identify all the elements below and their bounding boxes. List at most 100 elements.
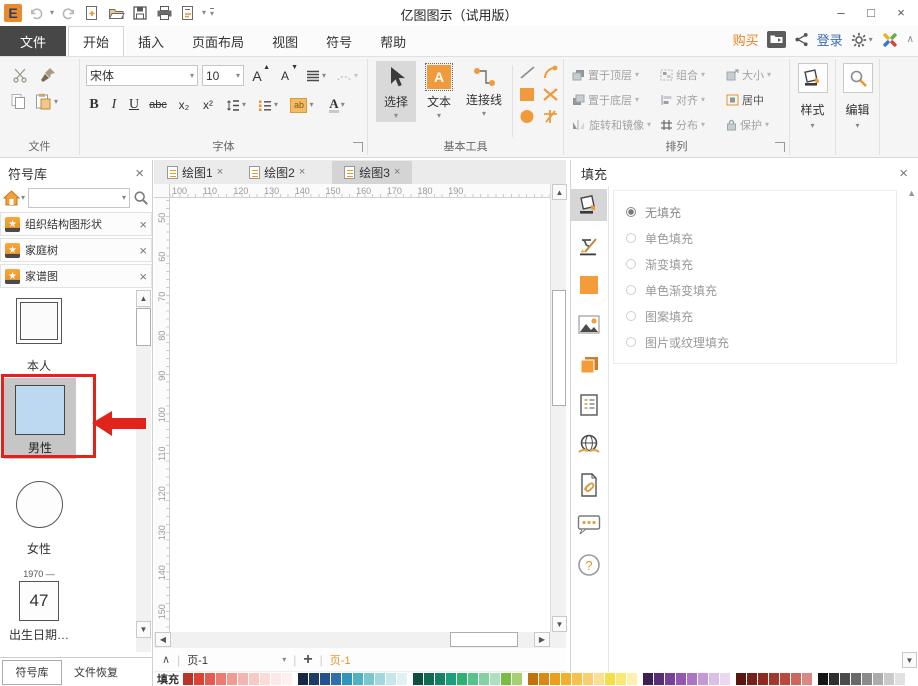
color-swatch[interactable] <box>479 673 489 685</box>
radio-icon[interactable] <box>626 285 636 295</box>
menu-tab-view[interactable]: 视图 <box>258 26 312 56</box>
distribute-button[interactable]: 分布▾ <box>660 115 726 135</box>
color-swatch[interactable] <box>539 673 549 685</box>
layers-icon[interactable] <box>571 349 607 381</box>
grow-font-button[interactable]: A▲ <box>248 66 266 86</box>
menu-tab-help[interactable]: 帮助 <box>366 26 420 56</box>
connector-tool-button[interactable]: 连接线 ▾ <box>462 61 506 120</box>
cross-shape-icon[interactable] <box>542 87 559 102</box>
color-swatch[interactable] <box>309 673 319 685</box>
symbol-list-scrollbar[interactable]: ▲ ▼ <box>136 290 151 652</box>
active-page-tab[interactable]: 页-1 <box>330 652 351 668</box>
color-swatch[interactable] <box>758 673 768 685</box>
color-swatch[interactable] <box>561 673 571 685</box>
tab-file-recovery[interactable]: 文件恢复 <box>68 664 118 680</box>
color-swatch[interactable] <box>364 673 374 685</box>
login-link[interactable]: 登录 <box>817 30 843 49</box>
color-swatch[interactable] <box>457 673 467 685</box>
menu-tab-symbols[interactable]: 符号 <box>312 26 366 56</box>
copy-icon[interactable] <box>10 93 27 110</box>
color-swatch[interactable] <box>183 673 193 685</box>
scroll-up-icon[interactable]: ▲ <box>552 184 567 200</box>
color-swatch[interactable] <box>298 673 308 685</box>
paste-button[interactable]: ▾ <box>35 93 58 110</box>
font-color-button[interactable]: A▾ <box>321 95 353 115</box>
tab-symbol-library[interactable]: 符号库 <box>2 660 62 685</box>
color-swatch[interactable] <box>736 673 746 685</box>
collapse-ribbon-icon[interactable]: ∧ <box>907 34 914 45</box>
bring-to-front-button[interactable]: 置于顶层▾ <box>572 65 660 85</box>
size-button[interactable]: 大小▾ <box>726 65 790 85</box>
page-name-select[interactable]: 页-1 <box>187 652 275 668</box>
color-swatch[interactable] <box>780 673 790 685</box>
library-close-icon[interactable]: × <box>139 218 147 231</box>
library-home-button[interactable]: ▾ <box>3 190 25 206</box>
radio-selected-icon[interactable] <box>626 207 636 217</box>
canvas-hscrollbar[interactable]: ◀ ▶ <box>154 632 566 648</box>
library-search-icon[interactable] <box>133 190 149 206</box>
font-size-select[interactable]: 10▾ <box>202 65 244 86</box>
library-item-genealogy[interactable]: ★ 家谱图 × <box>0 264 152 288</box>
menu-tab-pagelayout[interactable]: 页面布局 <box>178 26 258 56</box>
scrollbar-thumb[interactable] <box>552 290 566 406</box>
format-painter-icon[interactable] <box>40 67 56 83</box>
color-swatch[interactable] <box>238 673 248 685</box>
hyperlink-globe-icon[interactable] <box>571 429 607 461</box>
add-page-button[interactable]: + <box>303 651 312 669</box>
text-tool-button[interactable]: A 文本 ▾ <box>422 61 456 122</box>
font-family-select[interactable]: 宋体▾ <box>86 65 198 86</box>
fill-option-gradient[interactable]: 渐变填充 <box>614 251 896 277</box>
scrollbar-thumb[interactable] <box>136 308 151 346</box>
maximize-button[interactable]: □ <box>856 0 886 24</box>
color-swatch[interactable] <box>627 673 637 685</box>
share-icon[interactable] <box>794 32 809 47</box>
shared-folder-icon[interactable] <box>767 31 786 48</box>
pen-tool-icon[interactable] <box>542 109 559 124</box>
underline-button[interactable]: U <box>125 95 143 115</box>
color-swatch[interactable] <box>840 673 850 685</box>
ellipse-shape-icon[interactable] <box>519 109 536 124</box>
canvas-vscrollbar[interactable]: ▲ ▼ <box>550 184 566 632</box>
color-swatch[interactable] <box>862 673 872 685</box>
color-swatch[interactable] <box>490 673 500 685</box>
color-swatch[interactable] <box>468 673 478 685</box>
close-button[interactable]: × <box>886 0 916 24</box>
fill-option-none[interactable]: 无填充 <box>614 199 896 225</box>
color-swatch[interactable] <box>446 673 456 685</box>
color-swatch[interactable] <box>194 673 204 685</box>
color-swatch[interactable] <box>512 673 522 685</box>
radio-icon[interactable] <box>626 259 636 269</box>
radio-icon[interactable] <box>626 311 636 321</box>
scroll-up-icon[interactable]: ▲ <box>136 290 151 307</box>
fill-option-single-gradient[interactable]: 单色渐变填充 <box>614 277 896 303</box>
font-dialog-launcher[interactable] <box>353 142 363 152</box>
color-swatch[interactable] <box>676 673 686 685</box>
color-swatch[interactable] <box>397 673 407 685</box>
color-swatch[interactable] <box>709 673 719 685</box>
minimize-button[interactable]: – <box>826 0 856 24</box>
color-swatch[interactable] <box>342 673 352 685</box>
panel-scroll-up-icon[interactable]: ▲ <box>907 188 916 198</box>
text-arc-button[interactable]: ▾ <box>336 66 358 86</box>
edit-button[interactable]: 编辑 ▾ <box>836 59 879 130</box>
buy-link[interactable]: 购买 <box>733 30 759 49</box>
color-swatch[interactable] <box>583 673 593 685</box>
symbol-birthdate[interactable]: 1970 — 47 出生日期… <box>0 569 78 643</box>
italic-button[interactable]: I <box>105 95 123 115</box>
sidebar-close-icon[interactable]: × <box>135 166 144 181</box>
doc-tab-3-active[interactable]: 绘图3 × <box>332 161 412 184</box>
color-swatch[interactable] <box>643 673 653 685</box>
page-select-dropdown-icon[interactable]: ▾ <box>282 656 286 664</box>
color-swatch[interactable] <box>205 673 215 685</box>
panel-scroll-down-icon[interactable]: ▼ <box>902 652 917 668</box>
shrink-font-button[interactable]: A▼ <box>276 66 294 86</box>
color-swatch[interactable] <box>331 673 341 685</box>
select-tool-button[interactable]: 选择 ▾ <box>376 61 416 122</box>
settings-button[interactable]: ▾ <box>851 32 873 48</box>
drawing-canvas[interactable] <box>171 198 550 632</box>
scroll-left-icon[interactable]: ◀ <box>155 632 171 647</box>
color-swatch[interactable] <box>375 673 385 685</box>
symbol-self[interactable]: 本人 <box>0 298 78 374</box>
color-swatch[interactable] <box>550 673 560 685</box>
library-search-input[interactable]: ▾ <box>28 188 130 208</box>
